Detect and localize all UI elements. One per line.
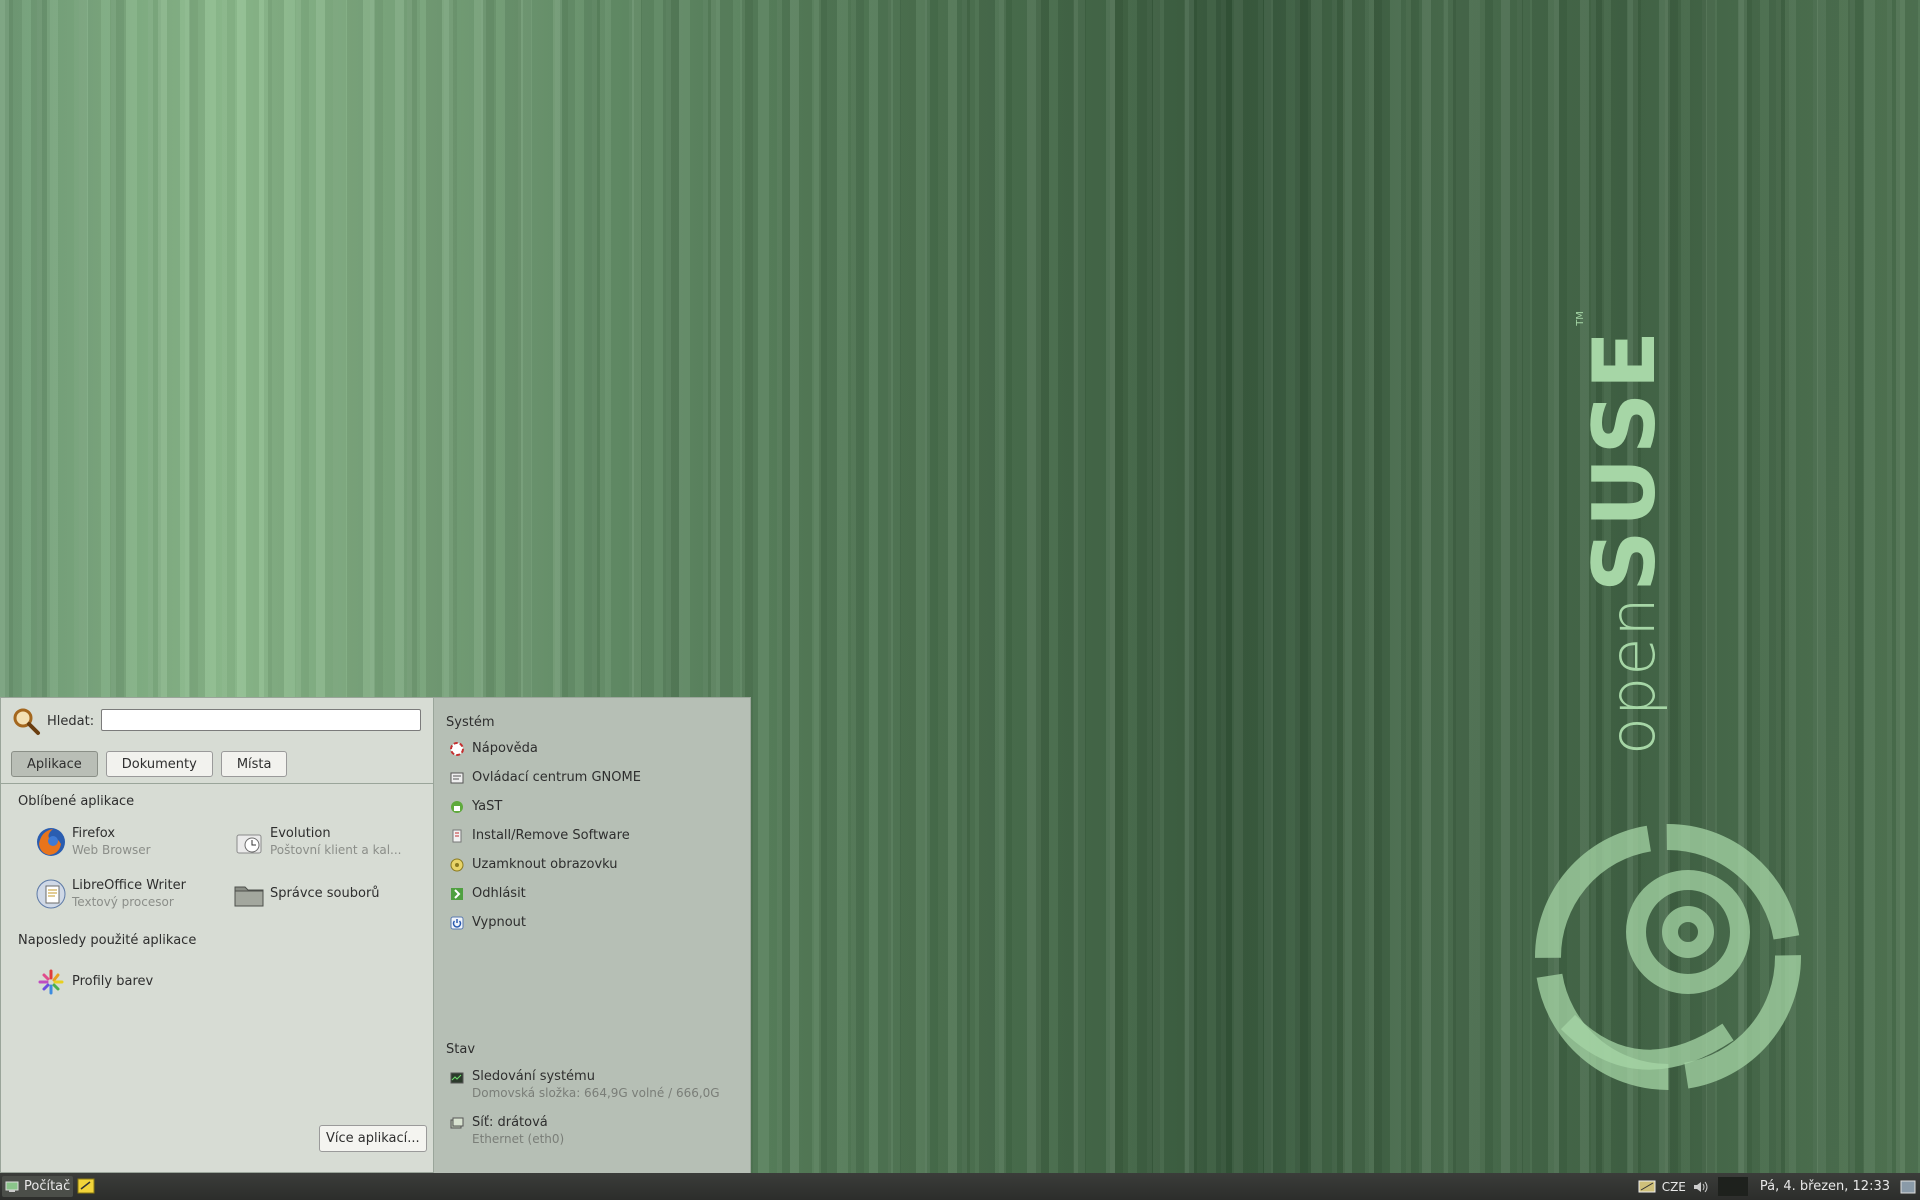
search-row: Hledat: (11, 706, 94, 736)
logout-icon (451, 887, 463, 900)
bottom-panel: Počítač CZE Pá, 4. březen, 12:33 (0, 1173, 1920, 1200)
display-icon[interactable] (1638, 1179, 1656, 1195)
system-item-label: YaST (472, 799, 503, 814)
system-item-lock-screen[interactable]: Uzamknout obrazovku (450, 857, 618, 872)
app-desc: Web Browser (72, 843, 151, 857)
app-firefox[interactable]: Firefox Web Browser (34, 825, 151, 859)
app-name: Firefox (72, 826, 116, 841)
keyboard-layout-indicator[interactable]: CZE (1662, 1180, 1686, 1194)
menu-left-pane: Hledat: Aplikace Dokumenty Místa Oblíben… (0, 697, 434, 1173)
tab-dokumenty[interactable]: Dokumenty (105, 751, 213, 777)
system-item-label: Nápověda (472, 741, 538, 756)
brand-suse-text: SUSE (1575, 327, 1675, 593)
app-name: Evolution (270, 826, 331, 841)
shutdown-icon (450, 916, 464, 929)
system-item-logout[interactable]: Odhlásit (450, 886, 526, 901)
clock[interactable]: Pá, 4. březen, 12:33 (1760, 1179, 1890, 1194)
tabs-divider (1, 783, 433, 784)
control-center-icon (450, 772, 464, 783)
network-wired-icon (450, 1117, 464, 1129)
brand-tm-text: TM (1575, 311, 1586, 326)
status-detail-text: Ethernet (eth0) (472, 1132, 565, 1146)
file-manager-icon (232, 877, 266, 911)
notes-icon[interactable] (77, 1178, 95, 1194)
system-item-label: Uzamknout obrazovku (472, 857, 618, 872)
computer-menu-button[interactable]: Počítač (2, 1176, 74, 1197)
help-icon (450, 741, 464, 756)
system-item-help[interactable]: Nápověda (450, 741, 538, 756)
lock-screen-icon (450, 858, 464, 871)
color-profiles-icon (34, 965, 68, 999)
system-title: Systém (446, 715, 495, 730)
yast-icon (451, 800, 463, 813)
workspace-switcher[interactable] (1717, 1177, 1748, 1196)
app-desc: Textový procesor (72, 895, 174, 909)
system-item-label: Install/Remove Software (472, 828, 630, 843)
app-libreoffice-writer[interactable]: LibreOffice Writer Textový procesor (34, 877, 186, 911)
app-evolution[interactable]: Evolution Poštovní klient a kal... (232, 825, 401, 859)
system-item-label: Ovládací centrum GNOME (472, 770, 641, 785)
search-input[interactable] (101, 709, 421, 731)
brand-open-text: open (1596, 596, 1669, 755)
libreoffice-writer-icon (34, 877, 68, 911)
menu-right-pane: Systém Nápověda Ovládací centrum GNOME Y… (434, 697, 751, 1173)
status-item-network[interactable]: Síť: drátová Ethernet (eth0) (450, 1114, 564, 1148)
main-menu: Hledat: Aplikace Dokumenty Místa Oblíben… (0, 697, 751, 1173)
system-monitor-icon (450, 1072, 464, 1084)
more-apps-button[interactable]: Více aplikací... (319, 1125, 427, 1152)
app-name: Správce souborů (270, 886, 380, 901)
install-software-icon (452, 829, 462, 842)
computer-menu-label: Počítač (24, 1179, 71, 1194)
opensuse-logo-text: open SUSE TM (1575, 311, 1675, 755)
system-tray: CZE Pá, 4. březen, 12:33 (1638, 1173, 1920, 1200)
system-item-label: Odhlásit (472, 886, 526, 901)
menu-tabs: Aplikace Dokumenty Místa (11, 751, 288, 777)
status-title-text: Sledování systému (472, 1069, 595, 1084)
tab-aplikace[interactable]: Aplikace (11, 751, 98, 777)
geeko-logo-icon (1535, 824, 1801, 1090)
system-item-shutdown[interactable]: Vypnout (450, 915, 526, 930)
search-icon (13, 708, 40, 735)
app-desc: Poštovní klient a kal... (270, 843, 402, 857)
recent-title: Naposledy použité aplikace (18, 933, 197, 948)
computer-icon (5, 1181, 19, 1192)
status-detail-text: Domovská složka: 664,9G volné / 666,0G (472, 1086, 720, 1100)
app-name: Profily barev (72, 974, 154, 989)
system-item-install-software[interactable]: Install/Remove Software (450, 828, 630, 843)
tab-mista[interactable]: Místa (220, 751, 288, 777)
status-item-system-monitor[interactable]: Sledování systému Domovská složka: 664,9G… (450, 1068, 720, 1102)
system-item-label: Vypnout (472, 915, 527, 930)
show-desktop-icon[interactable] (1900, 1180, 1916, 1194)
firefox-icon (34, 825, 68, 859)
volume-icon[interactable] (1692, 1179, 1710, 1195)
app-color-profiles[interactable]: Profily barev (34, 965, 153, 999)
app-name: LibreOffice Writer (72, 878, 186, 893)
favorites-title: Oblíbené aplikace (18, 794, 135, 809)
app-file-manager[interactable]: Správce souborů (232, 877, 380, 911)
system-item-yast[interactable]: YaST (450, 799, 502, 814)
evolution-icon (232, 825, 266, 859)
status-title: Stav (446, 1042, 476, 1057)
status-title-text: Síť: drátová (472, 1115, 548, 1130)
search-label: Hledat: (47, 713, 95, 729)
system-item-control-center[interactable]: Ovládací centrum GNOME (450, 770, 641, 785)
